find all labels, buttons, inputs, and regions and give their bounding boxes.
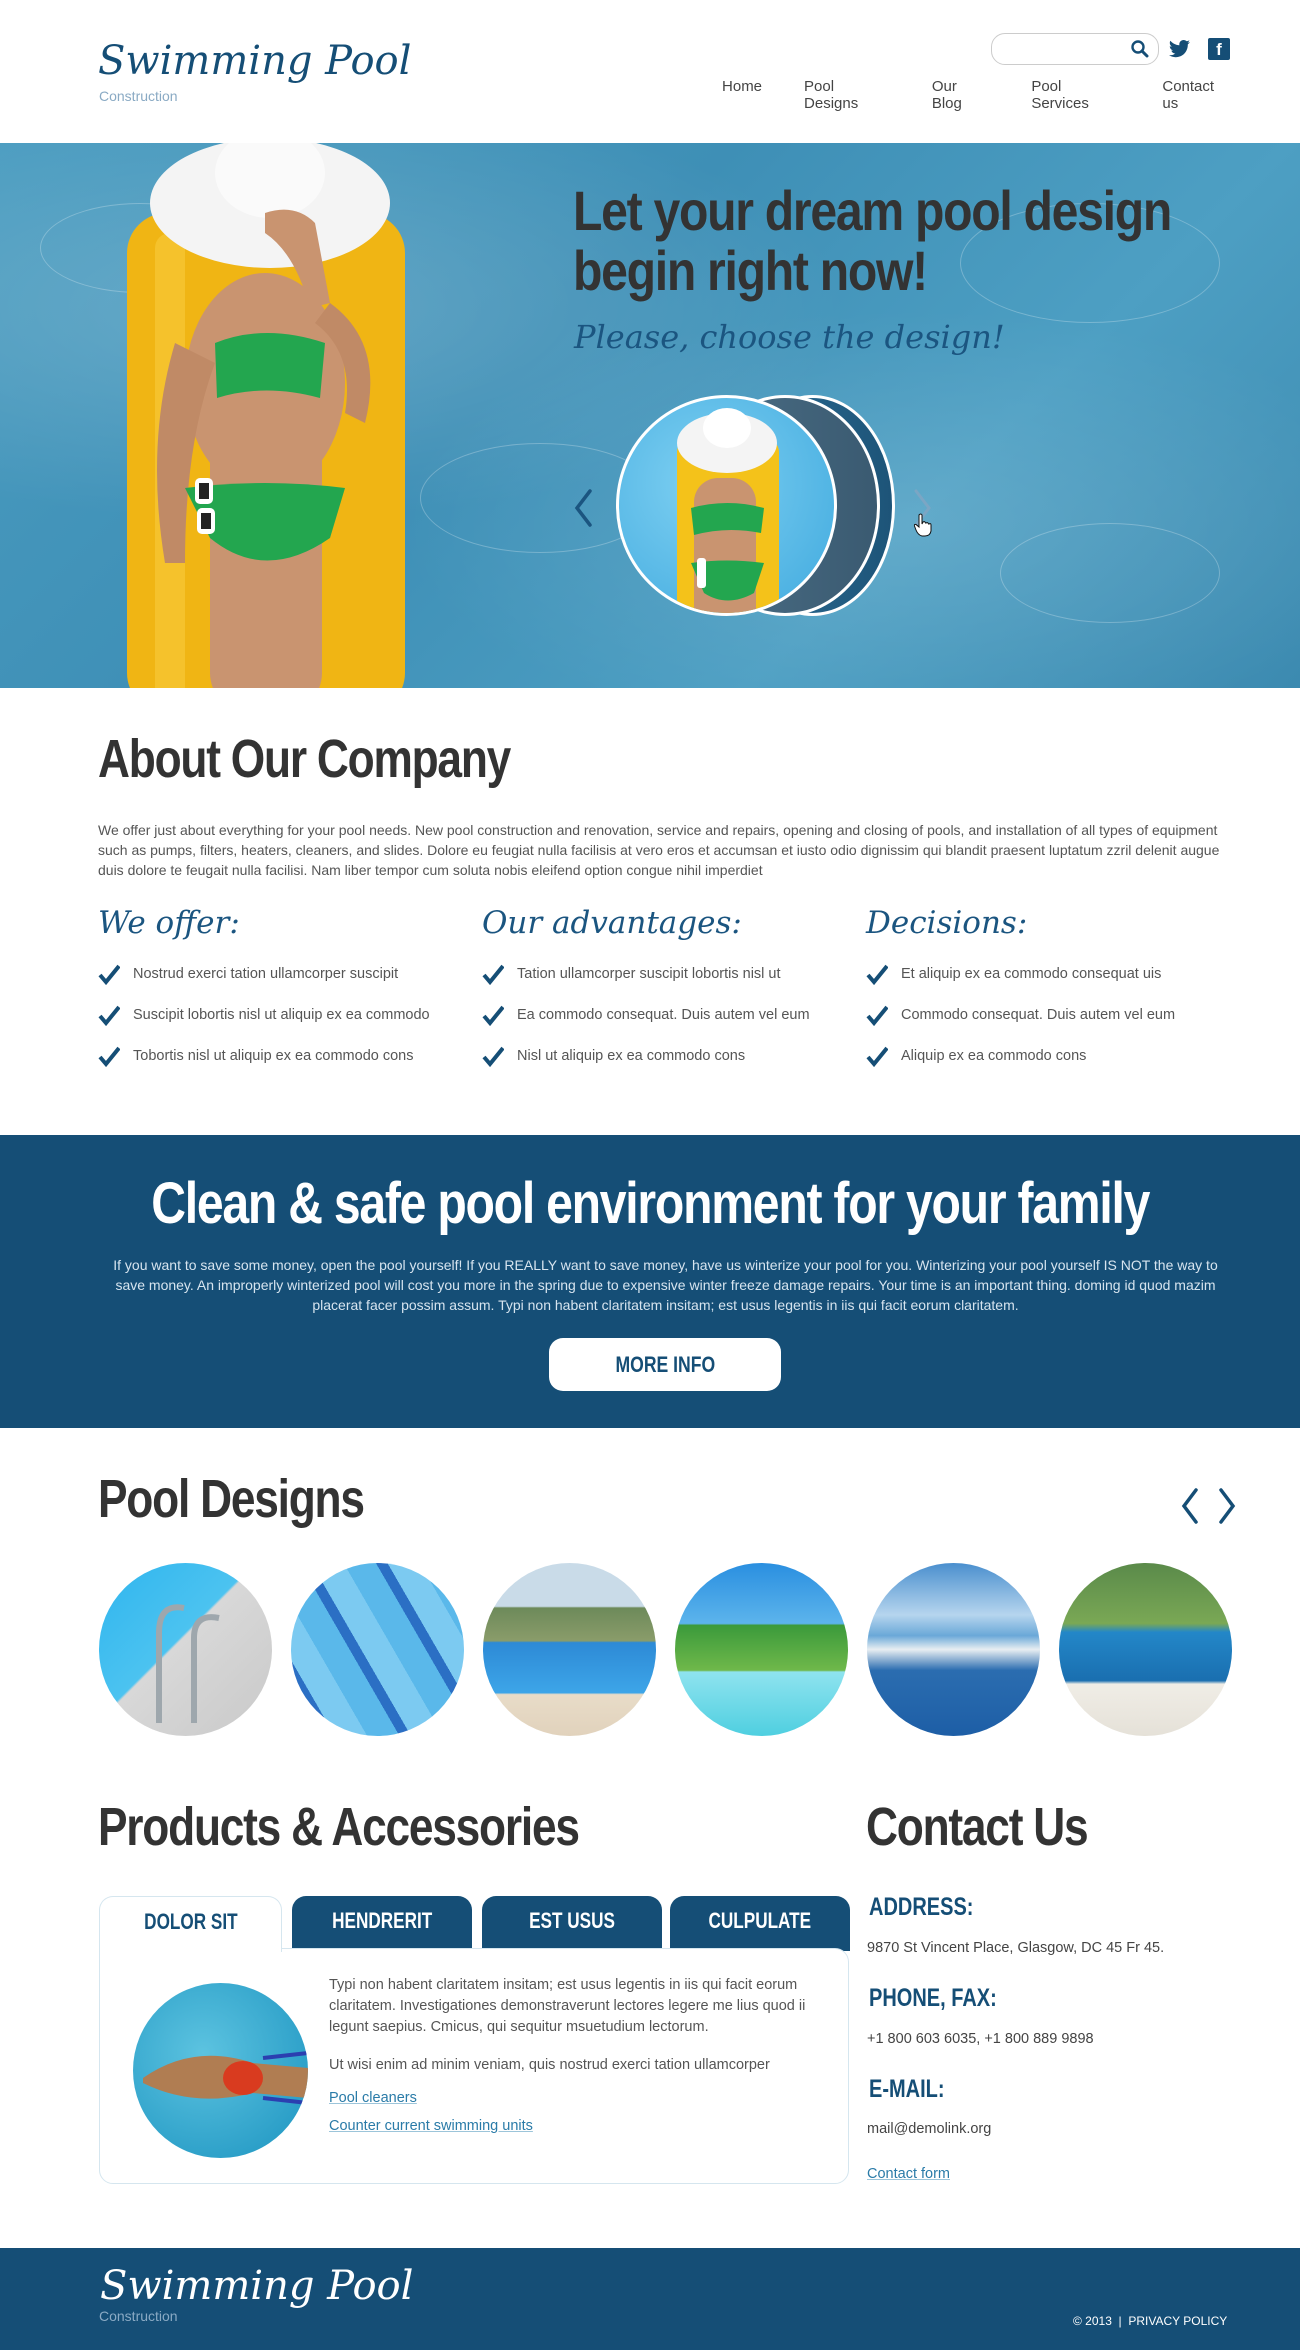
footer-separator: | <box>1118 2314 1122 2328</box>
site-footer: Swimming Pool Construction © 2013 | PRIV… <box>0 2248 1300 2350</box>
slide-woman-image <box>677 408 779 613</box>
email-label: E-MAIL: <box>869 2075 945 2103</box>
list-item: Tation ullamcorper suscipit lobortis nis… <box>482 953 862 994</box>
list-item: Tobortis nisl ut aliquip ex ea commodo c… <box>98 1035 478 1076</box>
tab-est-usus[interactable]: EST USUS <box>482 1896 662 1951</box>
tab-hendrerit[interactable]: HENDRERIT <box>292 1896 472 1951</box>
footer-logo-title[interactable]: Swimming Pool <box>100 2263 413 2309</box>
design-thumb-mosaic-tiles[interactable] <box>291 1563 464 1736</box>
contact-form-link[interactable]: Contact form <box>867 2166 950 2182</box>
twitter-icon[interactable] <box>1168 37 1192 61</box>
list-item: Et aliquip ex ea commodo consequat uis <box>866 953 1246 994</box>
hero-title: Let your dream pool design begin right n… <box>573 179 1172 302</box>
search-icon[interactable] <box>1130 39 1150 59</box>
list-item: Nostrud exerci tation ullamcorper suscip… <box>98 953 478 994</box>
privacy-policy-link[interactable]: PRIVACY POLICY <box>1128 2314 1227 2328</box>
column-title: We offer: <box>98 905 240 941</box>
copyright: © 2013 <box>1073 2314 1112 2328</box>
water-ripple <box>1000 523 1220 623</box>
list-item: Commodo consequat. Duis autem vel eum <box>866 994 1246 1035</box>
column-title: Our advantages: <box>482 905 742 941</box>
logo-title[interactable]: Swimming Pool <box>98 38 411 84</box>
tab-culpulate[interactable]: CULPULATE <box>670 1896 850 1951</box>
nav-pool-services[interactable]: Pool Services <box>1031 78 1120 112</box>
email-value[interactable]: mail@demolink.org <box>867 2121 991 2137</box>
banner-title: Clean & safe pool environment for your f… <box>151 1171 1150 1236</box>
hero-subtitle: Please, choose the design! <box>574 318 1005 356</box>
swimmer-figure <box>143 2051 308 2105</box>
facebook-icon[interactable]: f <box>1208 38 1230 60</box>
checkmark-icon <box>866 1005 888 1026</box>
footer-logo-subtitle: Construction <box>99 2308 178 2324</box>
checkmark-icon <box>866 1046 888 1067</box>
list-item: Nisl ut aliquip ex ea commodo cons <box>482 1035 862 1076</box>
hero-slider: Let your dream pool design begin right n… <box>0 143 1300 688</box>
footer-legal: © 2013 | PRIVACY POLICY <box>1073 2314 1227 2328</box>
products-title: Products & Accessories <box>98 1797 580 1857</box>
feature-column-decisions: Decisions: Et aliquip ex ea commodo cons… <box>866 905 1246 1076</box>
column-title: Decisions: <box>866 905 1028 941</box>
nav-pool-designs[interactable]: Pool Designs <box>804 78 890 112</box>
checkmark-icon <box>98 1046 120 1067</box>
nav-home[interactable]: Home <box>722 78 762 102</box>
checkmark-icon <box>866 964 888 985</box>
checkmark-icon <box>482 1005 504 1026</box>
search-box <box>991 33 1159 65</box>
phone-label: PHONE, FAX: <box>869 1984 997 2012</box>
slide-disc-front[interactable] <box>616 395 837 616</box>
tab-dolor-sit[interactable]: DOLOR SIT <box>99 1896 282 1952</box>
checkmark-icon <box>98 964 120 985</box>
chevron-left-icon[interactable] <box>1180 1487 1202 1525</box>
feature-column-offer: We offer: Nostrud exerci tation ullamcor… <box>98 905 478 1076</box>
tab-panel-text-secondary: Ut wisi enim ad minim veniam, quis nostr… <box>329 2057 770 2073</box>
chevron-right-icon[interactable] <box>1215 1487 1237 1525</box>
checkmark-icon <box>98 1005 120 1026</box>
phone-value: +1 800 603 6035, +1 800 889 9898 <box>867 2031 1094 2047</box>
site-header: Swimming Pool Construction f Home Pool D… <box>0 0 1300 143</box>
design-thumb-palm-tree-pool[interactable] <box>675 1563 848 1736</box>
swimmer-image <box>133 1983 308 2158</box>
pool-ladder-image <box>156 1604 220 1723</box>
address-value: 9870 St Vincent Place, Glasgow, DC 45 Fr… <box>867 1940 1165 1956</box>
list-item: Aliquip ex ea commodo cons <box>866 1035 1246 1076</box>
list-item: Suscipit lobortis nisl ut aliquip ex ea … <box>98 994 478 1035</box>
tab-panel-text: Typi non habent claritatem insitam; est … <box>329 1977 806 2035</box>
hand-cursor-icon <box>913 513 932 537</box>
banner-text: If you want to save some money, open the… <box>113 1257 1218 1313</box>
about-title: About Our Company <box>98 729 511 789</box>
design-thumb-pool-ladder[interactable] <box>99 1563 272 1736</box>
checkmark-icon <box>482 1046 504 1067</box>
pool-designs-title: Pool Designs <box>98 1469 365 1529</box>
nav-our-blog[interactable]: Our Blog <box>932 78 989 112</box>
chevron-left-icon[interactable] <box>570 483 598 533</box>
search-input[interactable] <box>1002 34 1132 64</box>
main-nav: Home Pool Designs Our Blog Pool Services… <box>680 78 1232 112</box>
more-info-button[interactable]: MORE INFO <box>549 1338 781 1391</box>
about-text: We offer just about everything for your … <box>98 822 1220 878</box>
logo-subtitle: Construction <box>99 88 178 104</box>
design-thumb-screened-pool[interactable] <box>1059 1563 1232 1736</box>
pool-cleaners-link[interactable]: Pool cleaners <box>329 2090 417 2106</box>
design-thumb-resort-pool[interactable] <box>483 1563 656 1736</box>
checkmark-icon <box>482 964 504 985</box>
feature-column-advantages: Our advantages: Tation ullamcorper susci… <box>482 905 862 1076</box>
hero-woman-image <box>127 143 405 688</box>
promo-banner: Clean & safe pool environment for your f… <box>0 1135 1300 1428</box>
address-label: ADDRESS: <box>869 1893 974 1921</box>
counter-current-units-link[interactable]: Counter current swimming units <box>329 2118 533 2134</box>
list-item: Ea commodo consequat. Duis autem vel eum <box>482 994 862 1035</box>
design-thumb-infinity-pool[interactable] <box>867 1563 1040 1736</box>
nav-contact-us[interactable]: Contact us <box>1162 78 1232 112</box>
contact-title: Contact Us <box>866 1797 1089 1857</box>
